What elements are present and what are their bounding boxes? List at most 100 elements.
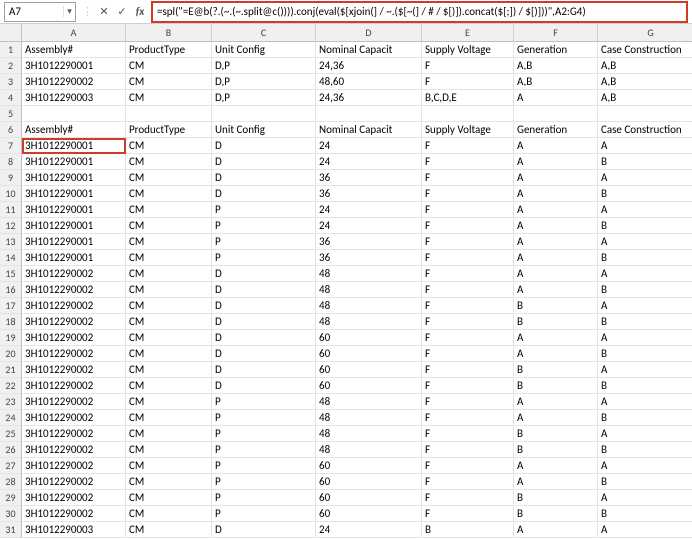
cell[interactable]: 3H1012290001 (22, 138, 126, 154)
cell[interactable]: CM (126, 490, 212, 506)
cell[interactable]: 48 (316, 410, 422, 426)
cell[interactable]: A (514, 250, 598, 266)
cell[interactable]: 48 (316, 426, 422, 442)
cell[interactable]: 3H1012290002 (22, 330, 126, 346)
cell[interactable]: A (514, 282, 598, 298)
cell[interactable]: B (514, 314, 598, 330)
cell[interactable]: D (212, 170, 316, 186)
cell[interactable]: CM (126, 458, 212, 474)
cell[interactable]: Case Construction (598, 42, 692, 58)
cell[interactable]: A (514, 330, 598, 346)
cell[interactable]: 36 (316, 186, 422, 202)
cell[interactable]: 3H1012290002 (22, 458, 126, 474)
cell[interactable]: F (422, 442, 514, 458)
cell[interactable]: D (212, 362, 316, 378)
cell[interactable]: A (598, 362, 692, 378)
row-header[interactable]: 3 (0, 74, 22, 90)
cell[interactable]: A (514, 346, 598, 362)
cell[interactable]: CM (126, 506, 212, 522)
cell[interactable]: 24 (316, 522, 422, 538)
cell[interactable]: 3H1012290003 (22, 522, 126, 538)
cell[interactable]: CM (126, 218, 212, 234)
name-box[interactable]: ▾ (4, 2, 76, 22)
cell[interactable]: 3H1012290002 (22, 490, 126, 506)
cell[interactable]: CM (126, 250, 212, 266)
cell[interactable]: A (598, 426, 692, 442)
cell[interactable]: CM (126, 138, 212, 154)
row-header[interactable]: 4 (0, 90, 22, 106)
cell[interactable]: B (598, 474, 692, 490)
row-header[interactable]: 30 (0, 506, 22, 522)
cell[interactable]: 3H1012290002 (22, 426, 126, 442)
cell[interactable]: D (212, 522, 316, 538)
cell[interactable]: A (598, 330, 692, 346)
cell[interactable]: A (514, 394, 598, 410)
cell[interactable]: CM (126, 474, 212, 490)
row-header[interactable]: 27 (0, 458, 22, 474)
cell[interactable]: A (514, 266, 598, 282)
cell[interactable]: F (422, 410, 514, 426)
cell[interactable]: Unit Config (212, 42, 316, 58)
cell[interactable]: B (598, 282, 692, 298)
cell[interactable]: A (598, 298, 692, 314)
cell[interactable]: A,B (514, 58, 598, 74)
formula-input[interactable] (153, 5, 686, 18)
cell[interactable]: 3H1012290002 (22, 282, 126, 298)
cell[interactable] (316, 106, 422, 122)
row-header[interactable]: 9 (0, 170, 22, 186)
cell[interactable]: A (598, 266, 692, 282)
cell[interactable]: P (212, 234, 316, 250)
row-header[interactable]: 31 (0, 522, 22, 538)
row-header[interactable]: 23 (0, 394, 22, 410)
cell[interactable]: B (598, 250, 692, 266)
column-header[interactable]: E (422, 24, 514, 42)
row-header[interactable]: 16 (0, 282, 22, 298)
cell[interactable]: Assembly# (22, 122, 126, 138)
cell[interactable]: 24 (316, 154, 422, 170)
cell[interactable]: CM (126, 266, 212, 282)
row-header[interactable]: 8 (0, 154, 22, 170)
cell[interactable]: 60 (316, 490, 422, 506)
cell[interactable]: F (422, 346, 514, 362)
cell[interactable] (422, 106, 514, 122)
cell[interactable]: 3H1012290002 (22, 298, 126, 314)
cell[interactable]: A (514, 522, 598, 538)
cell[interactable]: 36 (316, 234, 422, 250)
row-header[interactable]: 6 (0, 122, 22, 138)
cell[interactable]: A (598, 202, 692, 218)
cell[interactable]: D,P (212, 58, 316, 74)
cell[interactable]: A (514, 138, 598, 154)
row-header[interactable]: 13 (0, 234, 22, 250)
cell[interactable]: B (598, 218, 692, 234)
cell[interactable]: 3H1012290001 (22, 186, 126, 202)
cell[interactable]: F (422, 250, 514, 266)
cell[interactable]: A (514, 154, 598, 170)
cell[interactable]: 24 (316, 202, 422, 218)
cell[interactable]: P (212, 474, 316, 490)
row-header[interactable]: 19 (0, 330, 22, 346)
cell[interactable]: B (598, 186, 692, 202)
cell[interactable]: A (598, 170, 692, 186)
cell[interactable]: B (514, 426, 598, 442)
cell[interactable] (126, 106, 212, 122)
cell[interactable]: CM (126, 378, 212, 394)
cell[interactable]: F (422, 186, 514, 202)
cell[interactable]: 48 (316, 314, 422, 330)
cell[interactable]: Supply Voltage (422, 122, 514, 138)
cell[interactable]: ProductType (126, 122, 212, 138)
cell[interactable]: CM (126, 234, 212, 250)
cell[interactable]: P (212, 490, 316, 506)
cell[interactable]: F (422, 218, 514, 234)
cell[interactable]: 3H1012290001 (22, 218, 126, 234)
row-header[interactable]: 11 (0, 202, 22, 218)
cell[interactable]: F (422, 266, 514, 282)
row-header[interactable]: 2 (0, 58, 22, 74)
cell[interactable]: 3H1012290002 (22, 394, 126, 410)
cell[interactable]: P (212, 202, 316, 218)
cell[interactable]: D,P (212, 74, 316, 90)
cell[interactable]: A (514, 186, 598, 202)
cell[interactable]: F (422, 394, 514, 410)
cell[interactable]: CM (126, 394, 212, 410)
cell[interactable]: F (422, 378, 514, 394)
cell[interactable]: B (598, 378, 692, 394)
